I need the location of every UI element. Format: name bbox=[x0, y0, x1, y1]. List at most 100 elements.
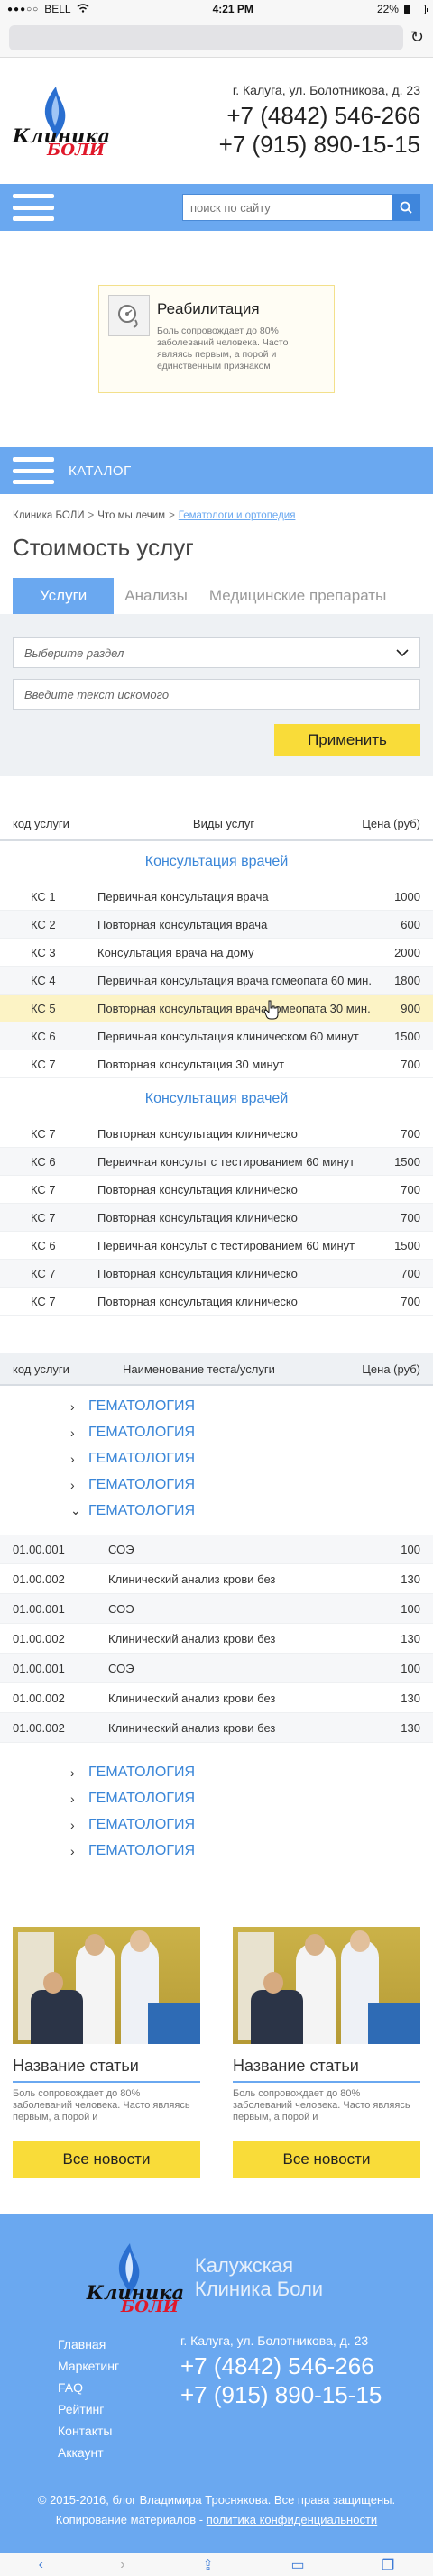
group-toggle[interactable]: › ГЕМАТОЛОГИЯ bbox=[70, 1811, 433, 1838]
footer-link-home[interactable]: Главная bbox=[58, 2333, 180, 2355]
footer-phone-2[interactable]: +7 (915) 890-15-15 bbox=[180, 2380, 382, 2409]
footer-link-faq[interactable]: FAQ bbox=[58, 2377, 180, 2398]
test-row[interactable]: 01.00.001 СОЭ 100 bbox=[0, 1594, 433, 1624]
catalog-hamburger-icon[interactable] bbox=[13, 457, 54, 484]
price-row[interactable]: КС 7 Повторная консультация клиническо 700 bbox=[0, 1288, 433, 1316]
tab-medications[interactable]: Медицинские препараты bbox=[198, 578, 397, 614]
price-row[interactable]: КС 7 Повторная консультация клиническо 700 bbox=[0, 1260, 433, 1288]
group-toggle[interactable]: › ГЕМАТОЛОГИЯ bbox=[70, 1471, 433, 1498]
price-row[interactable]: КС 7 Повторная консультация клиническо 700 bbox=[0, 1176, 433, 1204]
service-price: 700 bbox=[401, 1182, 420, 1196]
tab-services[interactable]: Услуги bbox=[13, 578, 115, 614]
test-row[interactable]: 01.00.002 Клинический анализ крови без 130 bbox=[0, 1624, 433, 1654]
footer-link-account[interactable]: Аккаунт bbox=[58, 2442, 180, 2463]
price-row[interactable]: КС 7 Повторная консультация клиническо 700 bbox=[0, 1120, 433, 1148]
promo-card[interactable]: Реабилитация Боль сопровождает до 80% за… bbox=[98, 285, 335, 393]
footer: Клиника БОЛИ Калужская Клиника Боли Глав… bbox=[0, 2214, 433, 2553]
privacy-policy-link[interactable]: политика конфиденциальности bbox=[207, 2513, 377, 2526]
breadcrumb-item-current[interactable]: Гематологи и ортопедия bbox=[179, 510, 296, 521]
service-name: Повторная консультация клиническо bbox=[97, 1266, 298, 1280]
article-card: Название статьи Боль сопровождает до 80%… bbox=[233, 1927, 420, 2178]
forward-icon[interactable]: › bbox=[120, 2557, 124, 2573]
header-contacts: г. Калуга, ул. Болотникова, д. 23 +7 (48… bbox=[219, 83, 420, 159]
price-row[interactable]: КС 4 Первичная консультация врача гомеопа… bbox=[0, 967, 433, 995]
service-name: Повторная консультация клиническо bbox=[97, 1126, 298, 1141]
price-row[interactable]: КС 2 Повторная консультация врача 600 bbox=[0, 911, 433, 939]
footer-link-marketing[interactable]: Маркетинг bbox=[58, 2355, 180, 2377]
price-section-title[interactable]: Консультация врачей bbox=[0, 1078, 433, 1120]
site-header: Клиника БОЛИ г. Калуга, ул. Болотникова,… bbox=[0, 58, 433, 184]
price-row[interactable]: КС 5 Повторная консультация врача гомеопа… bbox=[0, 995, 433, 1022]
all-news-button[interactable]: Все новости bbox=[233, 2141, 420, 2178]
test-row[interactable]: 01.00.001 СОЭ 100 bbox=[0, 1654, 433, 1683]
wifi-icon bbox=[77, 3, 89, 15]
articles: Название статьи Боль сопровождает до 80%… bbox=[0, 1891, 433, 2214]
back-icon[interactable]: ‹ bbox=[39, 2557, 43, 2573]
service-name: Первичная консульт с тестированием 60 ми… bbox=[97, 1154, 355, 1169]
service-price: 900 bbox=[401, 1001, 420, 1015]
group-toggle[interactable]: › ГЕМАТОЛОГИЯ bbox=[70, 1759, 433, 1785]
footer-link-rating[interactable]: Рейтинг bbox=[58, 2398, 180, 2420]
test-row[interactable]: 01.00.001 СОЭ 100 bbox=[0, 1535, 433, 1564]
price-row[interactable]: КС 6 Первичная консульт с тестированием 6… bbox=[0, 1232, 433, 1260]
menu-hamburger-icon[interactable] bbox=[13, 194, 54, 221]
article-photo[interactable] bbox=[13, 1927, 200, 2044]
clinic-logo[interactable]: Клиника БОЛИ bbox=[13, 85, 112, 160]
group-toggle[interactable]: › ГЕМАТОЛОГИЯ bbox=[70, 1445, 433, 1471]
breadcrumb-item[interactable]: Клиника БОЛИ bbox=[13, 510, 85, 521]
header-address: г. Калуга, ул. Болотникова, д. 23 bbox=[232, 83, 420, 97]
article-photo[interactable] bbox=[233, 1927, 420, 2044]
article-card: Название статьи Боль сопровождает до 80%… bbox=[13, 1927, 200, 2178]
test-row[interactable]: 01.00.002 Клинический анализ крови без 130 bbox=[0, 1713, 433, 1743]
test-row[interactable]: 01.00.002 Клинический анализ крови без 130 bbox=[0, 1564, 433, 1594]
address-field[interactable] bbox=[9, 24, 403, 50]
price-row[interactable]: КС 3 Консультация врача на дому 2000 bbox=[0, 939, 433, 967]
price-row[interactable]: КС 6 Первичная консультация клиническом 6… bbox=[0, 1022, 433, 1050]
bookmarks-icon[interactable]: ▭ bbox=[291, 2556, 305, 2574]
test-row[interactable]: 01.00.002 Клинический анализ крови без 130 bbox=[0, 1683, 433, 1713]
group-toggle[interactable]: ⌄ ГЕМАТОЛОГИЯ bbox=[70, 1498, 433, 1524]
article-text: Боль сопровождает до 80% заболеваний чел… bbox=[233, 2088, 410, 2122]
header-phone-1[interactable]: +7 (4842) 546-266 bbox=[219, 101, 420, 130]
catalog-label[interactable]: КАТАЛОГ bbox=[69, 463, 132, 479]
tab-analyses[interactable]: Анализы bbox=[114, 578, 198, 614]
test-price: 100 bbox=[401, 1661, 420, 1675]
service-price: 1500 bbox=[394, 1029, 420, 1043]
apply-button[interactable]: Применить bbox=[274, 724, 420, 756]
filter-panel: Выберите раздел Введите текст искомого П… bbox=[0, 614, 433, 776]
footer-logo[interactable]: Клиника БОЛИ bbox=[87, 2241, 186, 2316]
col-code: код услуги bbox=[13, 816, 69, 830]
group-toggle[interactable]: › ГЕМАТОЛОГИЯ bbox=[70, 1419, 433, 1445]
price-row[interactable]: КС 7 Повторная консультация клиническо 700 bbox=[0, 1204, 433, 1232]
service-code: КС 7 bbox=[31, 1210, 56, 1224]
price-row[interactable]: КС 1 Первичная консультация врача 1000 bbox=[0, 883, 433, 911]
price-section-title[interactable]: Консультация врачей bbox=[0, 841, 433, 883]
service-name: Первичная консульт с тестированием 60 ми… bbox=[97, 1238, 355, 1252]
group-label: ГЕМАТОЛОГИЯ bbox=[88, 1476, 196, 1492]
battery-icon bbox=[403, 4, 428, 14]
article-title[interactable]: Название статьи bbox=[233, 2057, 420, 2083]
footer-link-contacts[interactable]: Контакты bbox=[58, 2420, 180, 2442]
catalog-bar[interactable]: КАТАЛОГ bbox=[0, 447, 433, 494]
search-input[interactable] bbox=[182, 194, 392, 221]
service-name: Повторная консультация клиническо bbox=[97, 1294, 298, 1308]
section-select[interactable]: Выберите раздел bbox=[13, 637, 420, 668]
search-button[interactable] bbox=[392, 194, 420, 221]
header-phone-2[interactable]: +7 (915) 890-15-15 bbox=[219, 130, 420, 159]
footer-phone-1[interactable]: +7 (4842) 546-266 bbox=[180, 2351, 382, 2380]
group-toggle[interactable]: › ГЕМАТОЛОГИЯ bbox=[70, 1785, 433, 1811]
reload-icon[interactable]: ↻ bbox=[410, 28, 424, 47]
service-code: КС 6 bbox=[31, 1154, 56, 1169]
price-row[interactable]: КС 6 Первичная консульт с тестированием 6… bbox=[0, 1148, 433, 1176]
group-toggle[interactable]: › ГЕМАТОЛОГИЯ bbox=[70, 1838, 433, 1864]
tabs-icon[interactable]: ❐ bbox=[382, 2556, 394, 2574]
query-input[interactable]: Введите текст искомого bbox=[13, 679, 420, 710]
breadcrumb-item[interactable]: Что мы лечим bbox=[97, 510, 165, 521]
search-icon bbox=[400, 201, 412, 214]
price-row[interactable]: КС 7 Повторная консультация 30 минут 700 bbox=[0, 1050, 433, 1078]
all-news-button[interactable]: Все новости bbox=[13, 2141, 200, 2178]
test-code: 01.00.001 bbox=[13, 1542, 65, 1556]
group-toggle[interactable]: › ГЕМАТОЛОГИЯ bbox=[70, 1393, 433, 1419]
article-title[interactable]: Название статьи bbox=[13, 2057, 200, 2083]
share-icon[interactable]: ⇪ bbox=[202, 2556, 214, 2574]
